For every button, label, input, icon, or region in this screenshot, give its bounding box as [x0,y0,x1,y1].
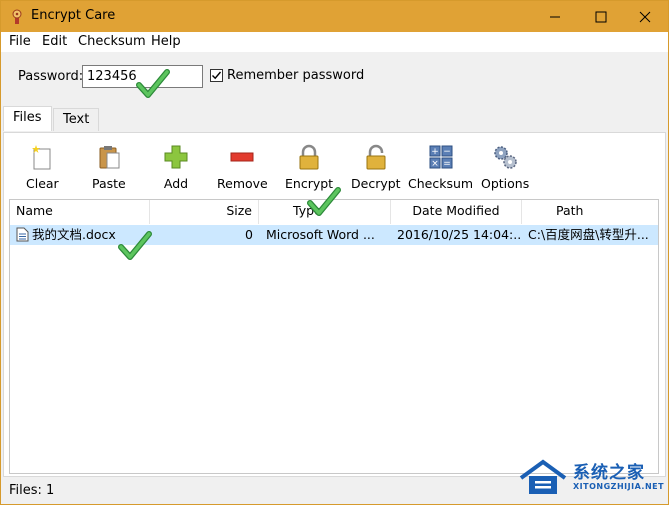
close-icon [639,11,651,22]
maximize-button[interactable] [578,1,624,32]
paste-icon [99,146,120,169]
file-type-cell: Microsoft Word ... [266,227,375,242]
paste-button[interactable]: Paste [92,143,126,195]
app-window: Encrypt Care File Edit Checksum Help Pas… [0,0,669,505]
column-header-name[interactable]: Name [10,200,150,224]
paste-label: Paste [92,176,126,191]
file-count-status: Files: 1 [9,483,55,498]
green-checkmark-icon [136,69,170,98]
menu-checksum[interactable]: Checksum [78,34,146,49]
maximize-icon [595,11,607,22]
window-title: Encrypt Care [31,8,116,23]
menu-bar: File Edit Checksum Help [1,32,668,52]
options-button[interactable]: Options [481,143,529,195]
svg-text:−: − [443,147,451,157]
password-label: Password: [18,69,84,84]
add-label: Add [163,176,189,191]
decrypt-button[interactable]: Decrypt [351,143,401,195]
minimize-icon [550,16,560,17]
file-list[interactable]: Name Size Type Date Modified Path 我的文档.d… [9,199,659,474]
table-row[interactable]: 我的文档.docx 0 Microsoft Word ... 2016/10/2… [10,225,658,245]
menu-file[interactable]: File [9,34,31,49]
clear-label: Clear [26,176,59,191]
remove-label: Remove [217,176,268,191]
options-label: Options [481,176,530,191]
watermark: 系统之家 XITONGZHIJIA.NET [511,456,665,500]
add-icon [164,145,188,169]
file-date-cell: 2016/10/25 14:04:... [397,227,521,242]
decrypt-label: Decrypt [351,176,401,191]
tab-files[interactable]: Files [3,106,52,131]
column-header-path[interactable]: Path [522,200,660,224]
remember-password-checkbox[interactable] [210,69,223,82]
svg-text:=: = [443,159,451,169]
column-header-size[interactable]: Size [150,200,259,224]
close-button[interactable] [622,1,668,32]
file-size-cell: 0 [245,227,253,242]
green-checkmark-icon [118,231,152,260]
title-bar[interactable]: Encrypt Care [1,1,668,32]
tab-text[interactable]: Text [53,108,100,131]
house-logo-icon [519,459,567,494]
watermark-text: 系统之家 [573,463,645,483]
column-header-date[interactable]: Date Modified [391,200,522,224]
calculator-icon: + − × = [429,145,453,169]
clear-icon [32,145,51,170]
menu-edit[interactable]: Edit [42,34,67,49]
file-path-cell: C:\百度网盘\转型升... [528,227,649,242]
clear-button[interactable]: Clear [26,143,59,195]
tab-strip: Files Text [1,106,668,132]
menu-help[interactable]: Help [151,34,181,49]
files-panel: Clear Paste Add Remove Encrypt Decrypt +… [3,132,666,477]
checksum-label: Checksum [408,176,474,191]
svg-text:×: × [431,159,439,169]
word-document-icon [16,227,29,242]
unlock-icon [366,144,386,170]
remove-button[interactable]: Remove [217,143,268,195]
add-button[interactable]: Add [162,143,190,195]
minimize-button[interactable] [532,1,578,32]
green-checkmark-icon [307,187,341,216]
remove-icon [230,152,254,162]
gears-icon [494,146,517,169]
checksum-button[interactable]: + − × = Checksum [408,143,473,195]
check-icon [212,71,222,80]
lock-icon [299,144,319,170]
remember-password-label[interactable]: Remember password [227,68,364,83]
watermark-subtext: XITONGZHIJIA.NET [573,482,665,491]
password-bar: Password: Remember password [1,52,668,106]
app-icon [12,9,22,24]
svg-text:+: + [431,147,439,157]
